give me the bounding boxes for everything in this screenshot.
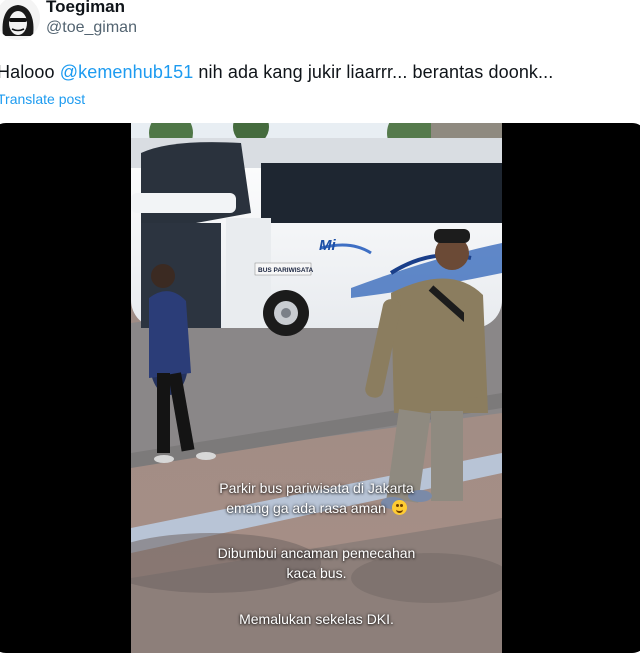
video-caption: Memalukan sekelas DKI. [131, 609, 502, 629]
caption-line: Dibumbui ancaman pemecahan [217, 545, 416, 561]
video-caption: Dibumbui ancaman pemecahan kaca bus. [131, 543, 502, 583]
post-text-before: Halooo [0, 62, 60, 82]
video-caption: Parkir bus pariwisata di Jakarta emang g… [131, 478, 502, 518]
caption-line: emang ga ada rasa aman [131, 498, 502, 518]
mention-link[interactable]: @kemenhub151 [60, 62, 194, 82]
caption-line: Parkir bus pariwisata di Jakarta [219, 480, 414, 496]
caption-line: Memalukan sekelas DKI. [239, 611, 394, 627]
post-text: Halooo @kemenhub151 nih ada kang jukir l… [0, 62, 553, 83]
translate-post-link[interactable]: Translate post [0, 91, 85, 107]
author-handle[interactable]: @toe_giman [46, 19, 137, 37]
avatar-portrait-icon [0, 0, 40, 40]
video-player[interactable]: Mi BUS PARIWISATA Parkir bus pariwisata … [0, 123, 640, 653]
bus-logo-text: Mi [319, 237, 336, 254]
post-text-after: nih ada kang jukir liaarrr... berantas d… [193, 62, 554, 82]
author-avatar[interactable] [0, 0, 40, 40]
author-name[interactable]: Toegiman [46, 0, 125, 17]
caption-line-text: emang ga ada rasa aman [226, 500, 386, 516]
smiling-face-emoji-icon [391, 500, 407, 515]
bus-label: BUS PARIWISATA [258, 267, 314, 274]
caption-line: kaca bus. [286, 565, 347, 581]
video-frame[interactable]: Mi BUS PARIWISATA Parkir bus pariwisata … [131, 123, 502, 653]
